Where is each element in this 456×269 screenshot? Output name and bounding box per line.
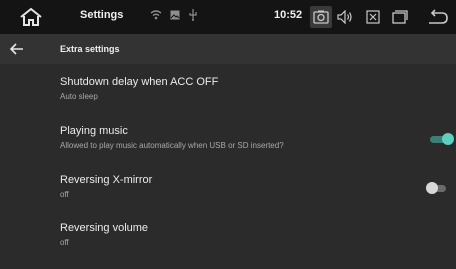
usb-icon [189, 9, 197, 21]
system-icons [150, 9, 198, 21]
setting-title: Shutdown delay when ACC OFF [60, 76, 219, 88]
setting-value: off [60, 238, 69, 247]
playing-music-toggle[interactable] [430, 133, 454, 145]
toggle-knob [442, 133, 454, 145]
window-icon [392, 10, 408, 24]
clock: 10:52 [274, 9, 303, 21]
setting-title: Reversing X-mirror [60, 174, 153, 186]
app-title: Settings [80, 9, 124, 21]
page-title: Extra settings [60, 44, 120, 54]
toggle-knob [426, 182, 438, 194]
setting-row-shutdown-delay[interactable]: Shutdown delay when ACC OFF Auto sleep [0, 76, 456, 122]
arrow-left-icon [9, 43, 23, 55]
setting-value: Auto sleep [60, 92, 98, 101]
volume-button[interactable] [334, 6, 356, 28]
setting-title: Playing music [60, 125, 128, 137]
reversing-x-mirror-toggle[interactable] [426, 182, 450, 194]
status-bar: Settings 10:52 [0, 0, 456, 34]
setting-row-reversing-x-mirror[interactable]: Reversing X-mirror off [0, 174, 456, 220]
setting-row-playing-music[interactable]: Playing music Allowed to play music auto… [0, 125, 456, 171]
home-icon[interactable] [18, 6, 44, 28]
recent-apps-button[interactable] [389, 6, 411, 28]
return-icon [429, 9, 448, 24]
screenshot-button[interactable] [310, 6, 332, 28]
close-app-button[interactable] [362, 6, 384, 28]
page-header: Extra settings [0, 34, 456, 64]
camera-icon [313, 10, 329, 24]
setting-value: off [60, 190, 69, 199]
close-box-icon [366, 10, 380, 24]
setting-description: Allowed to play music automatically when… [60, 141, 284, 150]
volume-icon [337, 10, 352, 24]
setting-row-reversing-volume[interactable]: Reversing volume off [0, 222, 456, 268]
back-button[interactable] [8, 40, 26, 58]
wifi-icon [150, 10, 162, 20]
setting-title: Reversing volume [60, 222, 149, 234]
image-icon [170, 10, 180, 20]
return-button[interactable] [426, 6, 450, 28]
